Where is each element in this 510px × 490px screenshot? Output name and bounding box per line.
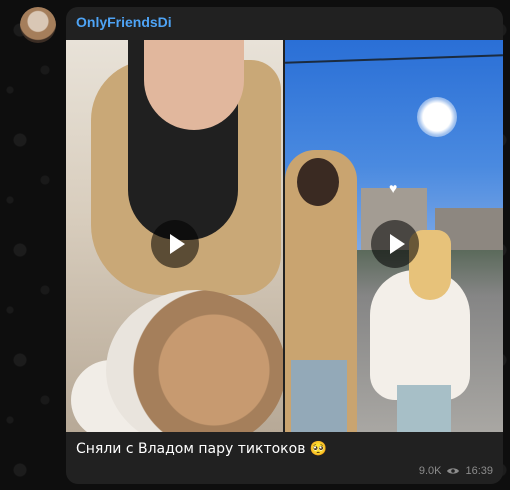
view-count: 9.0K bbox=[418, 465, 442, 477]
person-left-head bbox=[297, 158, 339, 206]
video-thumbnail-right[interactable]: ♥ bbox=[285, 40, 503, 432]
play-icon[interactable] bbox=[151, 220, 199, 268]
sender-name[interactable]: OnlyFriendsDi bbox=[76, 14, 172, 30]
message-caption: Сняли с Владом пару тиктоков 🥺 bbox=[76, 441, 328, 457]
message-time: 16:39 bbox=[465, 465, 493, 477]
person-right-pants bbox=[397, 385, 451, 432]
message-meta: 9.0K 16:39 bbox=[419, 465, 493, 477]
heart-icon: ♥ bbox=[389, 180, 398, 196]
sender-avatar[interactable] bbox=[20, 7, 56, 43]
eye-icon bbox=[447, 468, 460, 474]
video-thumbnail-left[interactable] bbox=[66, 40, 283, 432]
play-icon[interactable] bbox=[371, 220, 419, 268]
sun bbox=[417, 97, 457, 137]
message-bubble[interactable]: OnlyFriendsDi ♥ Сняли с Владом пару тикт… bbox=[66, 7, 503, 484]
person-left-pants bbox=[291, 360, 347, 432]
